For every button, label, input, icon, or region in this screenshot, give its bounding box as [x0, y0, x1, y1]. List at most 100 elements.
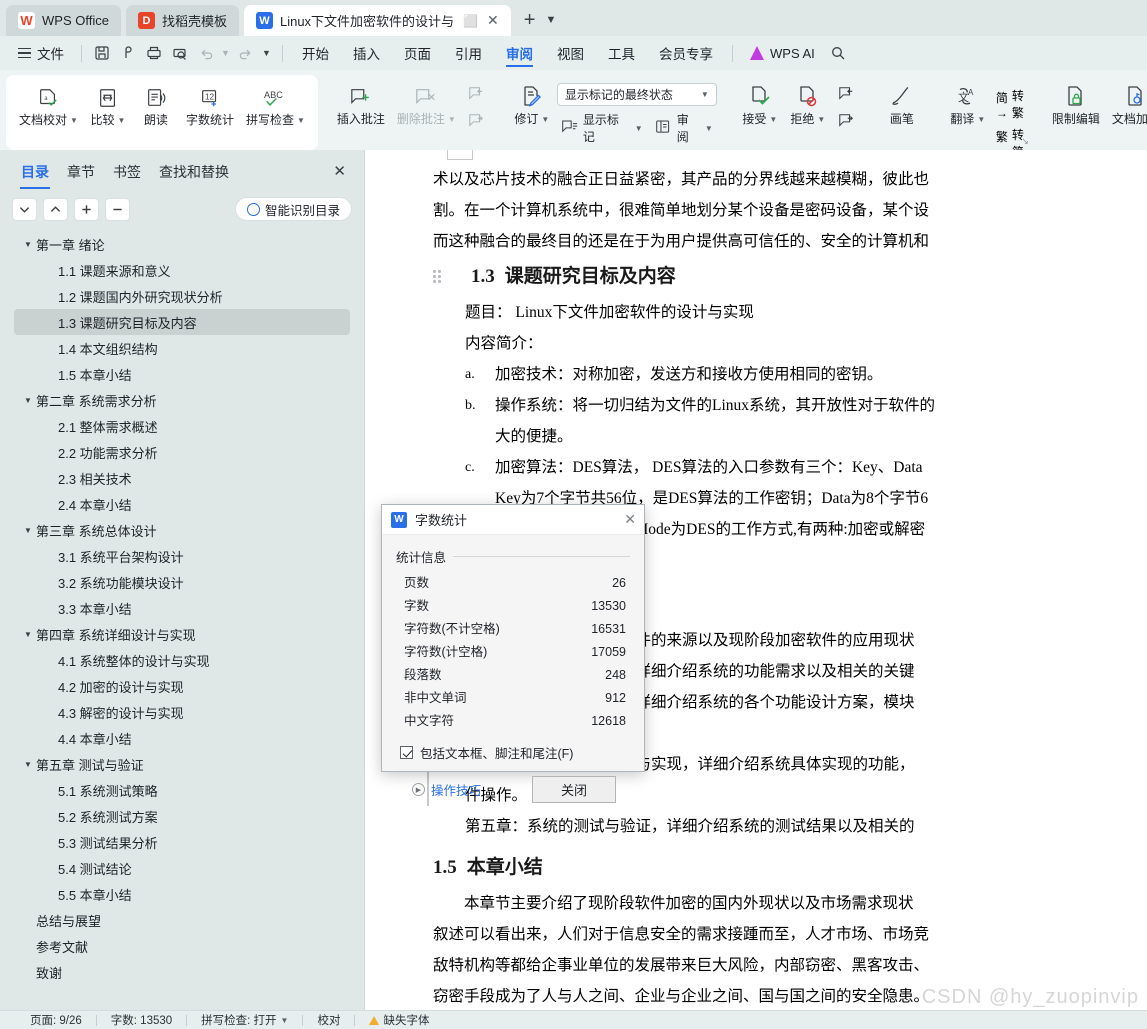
toc-item[interactable]: ▼ 第一章 绪论	[14, 231, 350, 257]
previous-heading-button[interactable]	[43, 197, 68, 221]
spell-check-button[interactable]: ABC 拼写检查 ▼	[241, 79, 310, 128]
tab-active-document[interactable]: W Linux下文件加密软件的设计与 ⬜ ✕	[243, 5, 511, 36]
status-proofread[interactable]: 校对	[303, 1012, 354, 1028]
menu-item-page[interactable]: 页面	[392, 36, 443, 70]
collapse-level-button[interactable]	[105, 197, 130, 221]
dialog-launcher-icon[interactable]: ↘	[1021, 136, 1029, 147]
toc-item[interactable]: ▼ 第四章 系统详细设计与实现	[14, 621, 350, 647]
toc-item[interactable]: 4.1 系统整体的设计与实现	[14, 647, 350, 673]
accept-button[interactable]: 接受 ▼	[737, 78, 783, 127]
markup-state-select[interactable]: 显示标记的最终状态 ▼	[556, 83, 717, 106]
undo-icon[interactable]	[193, 41, 219, 65]
insert-comment-button[interactable]: 插入批注	[332, 78, 390, 127]
status-spellcheck[interactable]: 拼写检查: 打开 ▼	[187, 1012, 302, 1028]
chevron-down-icon[interactable]: ▼	[20, 396, 36, 405]
close-tab-icon[interactable]: ✕	[487, 12, 499, 29]
toc-item[interactable]: 3.1 系统平台架构设计	[14, 543, 350, 569]
customize-quick-access-icon[interactable]: ▼	[258, 41, 275, 65]
toc-item[interactable]: 1.5 本章小结	[14, 361, 350, 387]
toc-item[interactable]: 5.5 本章小结	[14, 881, 350, 907]
pen-button[interactable]: 画笔	[879, 78, 925, 127]
toc-item[interactable]: 3.3 本章小结	[14, 595, 350, 621]
chevron-down-icon[interactable]: ▼	[20, 760, 36, 769]
chevron-down-icon[interactable]: ▼	[545, 14, 556, 26]
tab-docer-template[interactable]: D 找稻壳模板	[125, 5, 239, 36]
file-menu-button[interactable]: 文件	[8, 43, 74, 63]
menu-item-start[interactable]: 开始	[290, 36, 341, 70]
toc-item[interactable]: 1.2 课题国内外研究现状分析	[14, 283, 350, 309]
save-icon[interactable]	[89, 41, 115, 65]
word-count-button[interactable]: 12 字数统计	[181, 79, 239, 128]
proofread-button[interactable]: a 文档校对 ▼	[14, 79, 83, 128]
chevron-down-icon[interactable]: ▼	[20, 630, 36, 639]
translate-button[interactable]: 文A 翻译 ▼	[945, 78, 991, 127]
toc-item[interactable]: 2.3 相关技术	[14, 465, 350, 491]
chevron-down-icon[interactable]: ▼	[20, 240, 36, 249]
menu-item-insert[interactable]: 插入	[341, 36, 392, 70]
sidebar-tab-toc[interactable]: 目录	[12, 158, 58, 189]
delete-comment-button[interactable]: 删除批注 ▼	[392, 78, 461, 127]
previous-comment-icon[interactable]	[463, 82, 489, 106]
word-count-dialog[interactable]: W 字数统计 ✕ 统计信息 页数 26 字数 13530 字符数(不计空格) 16531 字…	[381, 504, 645, 803]
expand-level-button[interactable]	[74, 197, 99, 221]
close-icon[interactable]: ✕	[624, 511, 636, 528]
restrict-edit-button[interactable]: 限制编辑	[1047, 78, 1105, 127]
to-traditional-button[interactable]: 简→ 转繁	[993, 85, 1027, 123]
toc-item[interactable]: 参考文献	[14, 933, 350, 959]
cloud-save-icon[interactable]	[115, 41, 141, 65]
chevron-down-icon[interactable]: ▼	[20, 526, 36, 535]
include-textboxes-checkbox[interactable]: 包括文本框、脚注和尾注(F)	[400, 743, 630, 762]
toc-item[interactable]: 1.1 课题来源和意义	[14, 257, 350, 283]
compare-button[interactable]: 比较 ▼	[85, 79, 131, 128]
next-heading-button[interactable]	[12, 197, 37, 221]
present-icon[interactable]: ⬜	[463, 14, 478, 28]
chevron-down-icon[interactable]: ▼	[281, 1016, 289, 1025]
toc-item[interactable]: 1.3 课题研究目标及内容	[14, 309, 350, 335]
review-pane-button[interactable]: 审阅 ▼	[651, 109, 717, 147]
revise-button[interactable]: 修订 ▼	[509, 78, 555, 127]
print-icon[interactable]	[141, 41, 167, 65]
toc-item[interactable]: 5.2 系统测试方案	[14, 803, 350, 829]
new-tab-icon[interactable]: +	[524, 10, 536, 30]
toc-item[interactable]: 2.1 整体需求概述	[14, 413, 350, 439]
toc-item[interactable]: 4.4 本章小结	[14, 725, 350, 751]
menu-item-reference[interactable]: 引用	[443, 36, 494, 70]
toc-item[interactable]: 2.2 功能需求分析	[14, 439, 350, 465]
toc-tree[interactable]: ▼ 第一章 绪论 1.1 课题来源和意义 1.2 课题国内外研究现状分析 1.3 课题研…	[0, 227, 364, 1010]
previous-change-icon[interactable]	[833, 82, 859, 106]
close-button[interactable]: 关闭	[532, 776, 616, 803]
toc-item[interactable]: 3.2 系统功能模块设计	[14, 569, 350, 595]
menu-item-member[interactable]: 会员专享	[647, 36, 725, 70]
chevron-down-icon[interactable]: ▼	[219, 41, 232, 65]
close-icon[interactable]: ✕	[327, 162, 352, 186]
wps-ai-button[interactable]: WPS AI	[740, 46, 825, 61]
sidebar-tab-find-replace[interactable]: 查找和替换	[150, 158, 238, 189]
status-page[interactable]: 页面: 9/26	[16, 1012, 96, 1028]
toc-item[interactable]: 5.3 测试结果分析	[14, 829, 350, 855]
smart-toc-button[interactable]: 智能识别目录	[234, 197, 352, 221]
sidebar-tab-bookmarks[interactable]: 书签	[104, 158, 150, 189]
paragraph-drag-handle[interactable]	[433, 270, 442, 284]
next-comment-icon[interactable]	[463, 109, 489, 133]
toc-item[interactable]: 4.2 加密的设计与实现	[14, 673, 350, 699]
sidebar-tab-chapters[interactable]: 章节	[58, 158, 104, 189]
tab-wps-office[interactable]: W WPS Office	[6, 5, 121, 36]
menu-item-tools[interactable]: 工具	[596, 36, 647, 70]
toc-item[interactable]: 5.4 测试结论	[14, 855, 350, 881]
doc-encrypt-button[interactable]: 文档加密	[1107, 78, 1147, 127]
read-aloud-button[interactable]: 朗读	[133, 79, 179, 128]
menu-item-view[interactable]: 视图	[545, 36, 596, 70]
redo-icon[interactable]	[232, 41, 258, 65]
search-icon[interactable]	[825, 41, 851, 65]
toc-item[interactable]: 2.4 本章小结	[14, 491, 350, 517]
toc-item[interactable]: 4.3 解密的设计与实现	[14, 699, 350, 725]
status-missing-font[interactable]: 缺失字体	[355, 1012, 443, 1028]
tips-link[interactable]: ▶ 操作技巧	[412, 780, 481, 799]
toc-item[interactable]: 致谢	[14, 959, 350, 985]
status-word-count[interactable]: 字数: 13530	[97, 1012, 186, 1028]
toc-item[interactable]: ▼ 第三章 系统总体设计	[14, 517, 350, 543]
menu-item-review[interactable]: 审阅	[494, 36, 545, 70]
next-change-icon[interactable]	[833, 109, 859, 133]
show-markup-button[interactable]: 显示标记 ▼	[557, 109, 647, 147]
toc-item[interactable]: 5.1 系统测试策略	[14, 777, 350, 803]
